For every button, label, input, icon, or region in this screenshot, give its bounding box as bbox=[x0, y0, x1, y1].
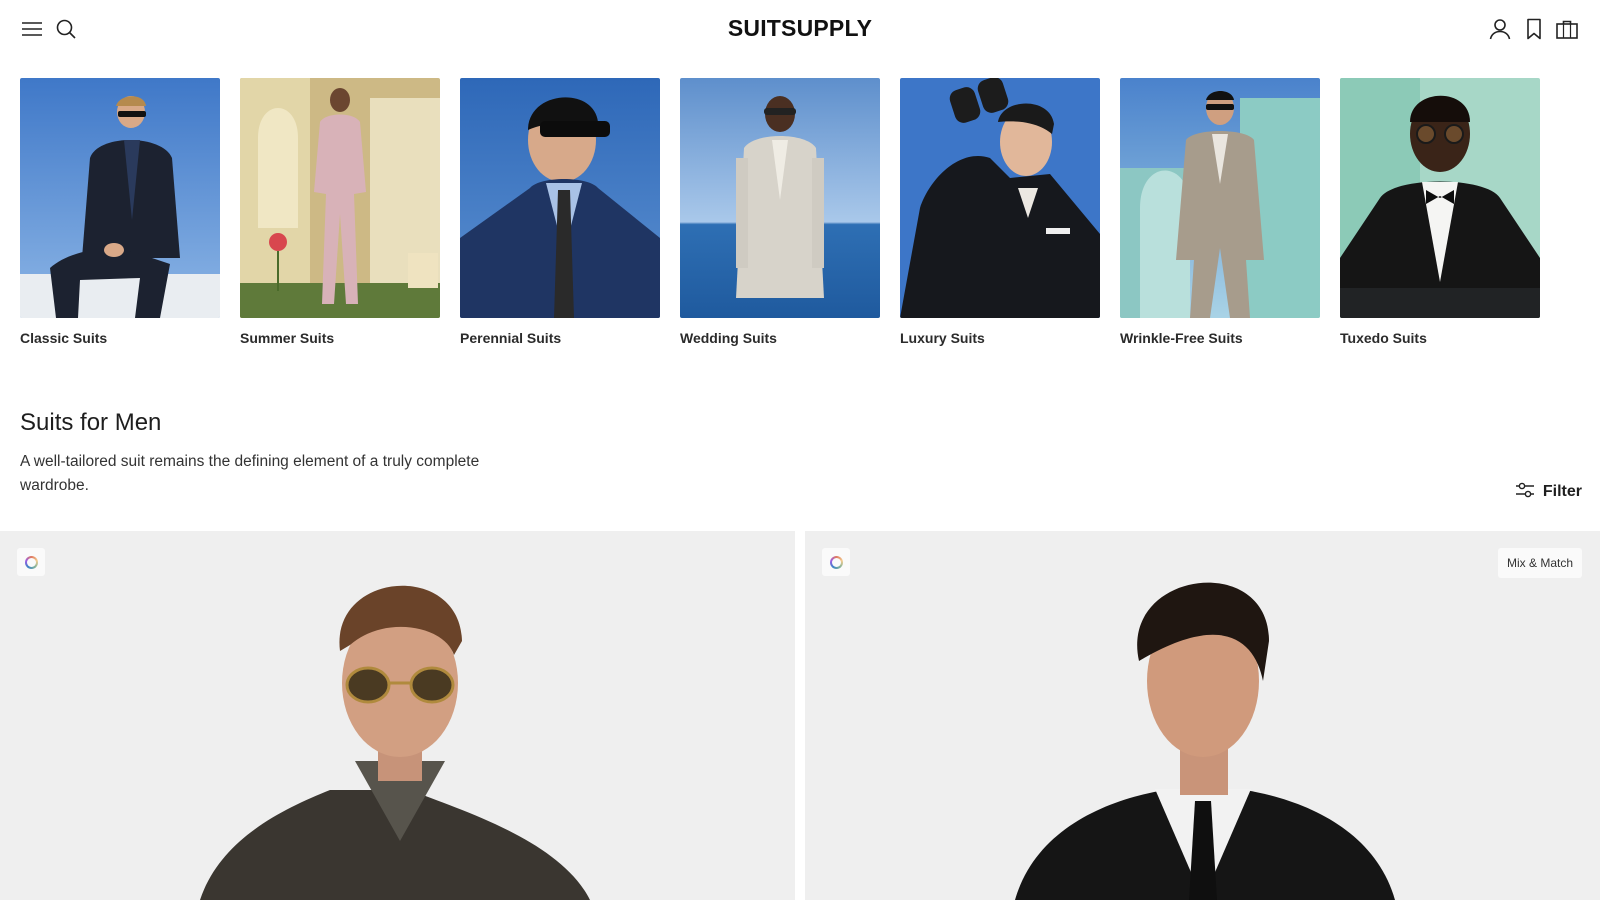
color-swatch-icon[interactable] bbox=[17, 548, 45, 576]
menu-icon[interactable] bbox=[20, 17, 44, 41]
category-card-tuxedo[interactable]: Tuxedo Suits bbox=[1340, 78, 1540, 346]
product-image bbox=[1015, 582, 1395, 900]
category-label: Classic Suits bbox=[20, 330, 108, 346]
product-card[interactable] bbox=[0, 531, 795, 900]
search-icon[interactable] bbox=[54, 17, 78, 41]
category-image bbox=[460, 78, 660, 318]
category-card-wedding[interactable]: Wedding Suits bbox=[680, 78, 880, 346]
bookmark-icon[interactable] bbox=[1522, 17, 1546, 41]
account-icon[interactable] bbox=[1488, 17, 1512, 41]
category-card-classic[interactable]: Classic Suits bbox=[20, 78, 220, 346]
logo-text[interactable]: SUITSUPPLY bbox=[728, 15, 872, 41]
category-label: Perennial Suits bbox=[460, 330, 562, 346]
category-image bbox=[680, 78, 880, 318]
category-card-summer[interactable]: Summer Suits bbox=[240, 78, 440, 346]
category-card-luxury[interactable]: Luxury Suits bbox=[900, 78, 1100, 346]
category-label: Summer Suits bbox=[240, 330, 335, 346]
category-label: Luxury Suits bbox=[900, 330, 985, 346]
page-title: Suits for Men bbox=[20, 409, 162, 436]
product-image bbox=[200, 585, 590, 900]
category-card-wrinkle-free[interactable]: Wrinkle-Free Suits bbox=[1120, 78, 1320, 346]
category-image bbox=[1340, 78, 1540, 318]
category-image bbox=[240, 78, 440, 318]
category-label: Wrinkle-Free Suits bbox=[1120, 330, 1243, 346]
category-label: Wedding Suits bbox=[680, 330, 777, 346]
brand-logo: SUITSUPPLY bbox=[0, 15, 1600, 42]
category-image bbox=[900, 78, 1100, 318]
sliders-icon bbox=[1515, 482, 1535, 503]
bag-icon[interactable] bbox=[1555, 17, 1579, 41]
category-image bbox=[20, 78, 220, 318]
category-card-perennial[interactable]: Perennial Suits bbox=[460, 78, 660, 346]
category-label: Tuxedo Suits bbox=[1340, 330, 1427, 346]
site-header: SUITSUPPLY bbox=[0, 0, 1600, 58]
filter-button[interactable]: Filter bbox=[1515, 481, 1582, 503]
mix-match-badge: Mix & Match bbox=[1497, 548, 1582, 578]
product-card[interactable]: Mix & Match bbox=[805, 531, 1600, 900]
page-description: A well-tailored suit remains the definin… bbox=[20, 453, 480, 494]
category-image bbox=[1120, 78, 1320, 318]
filter-label: Filter bbox=[1542, 483, 1582, 500]
color-swatch-icon[interactable] bbox=[822, 548, 850, 576]
